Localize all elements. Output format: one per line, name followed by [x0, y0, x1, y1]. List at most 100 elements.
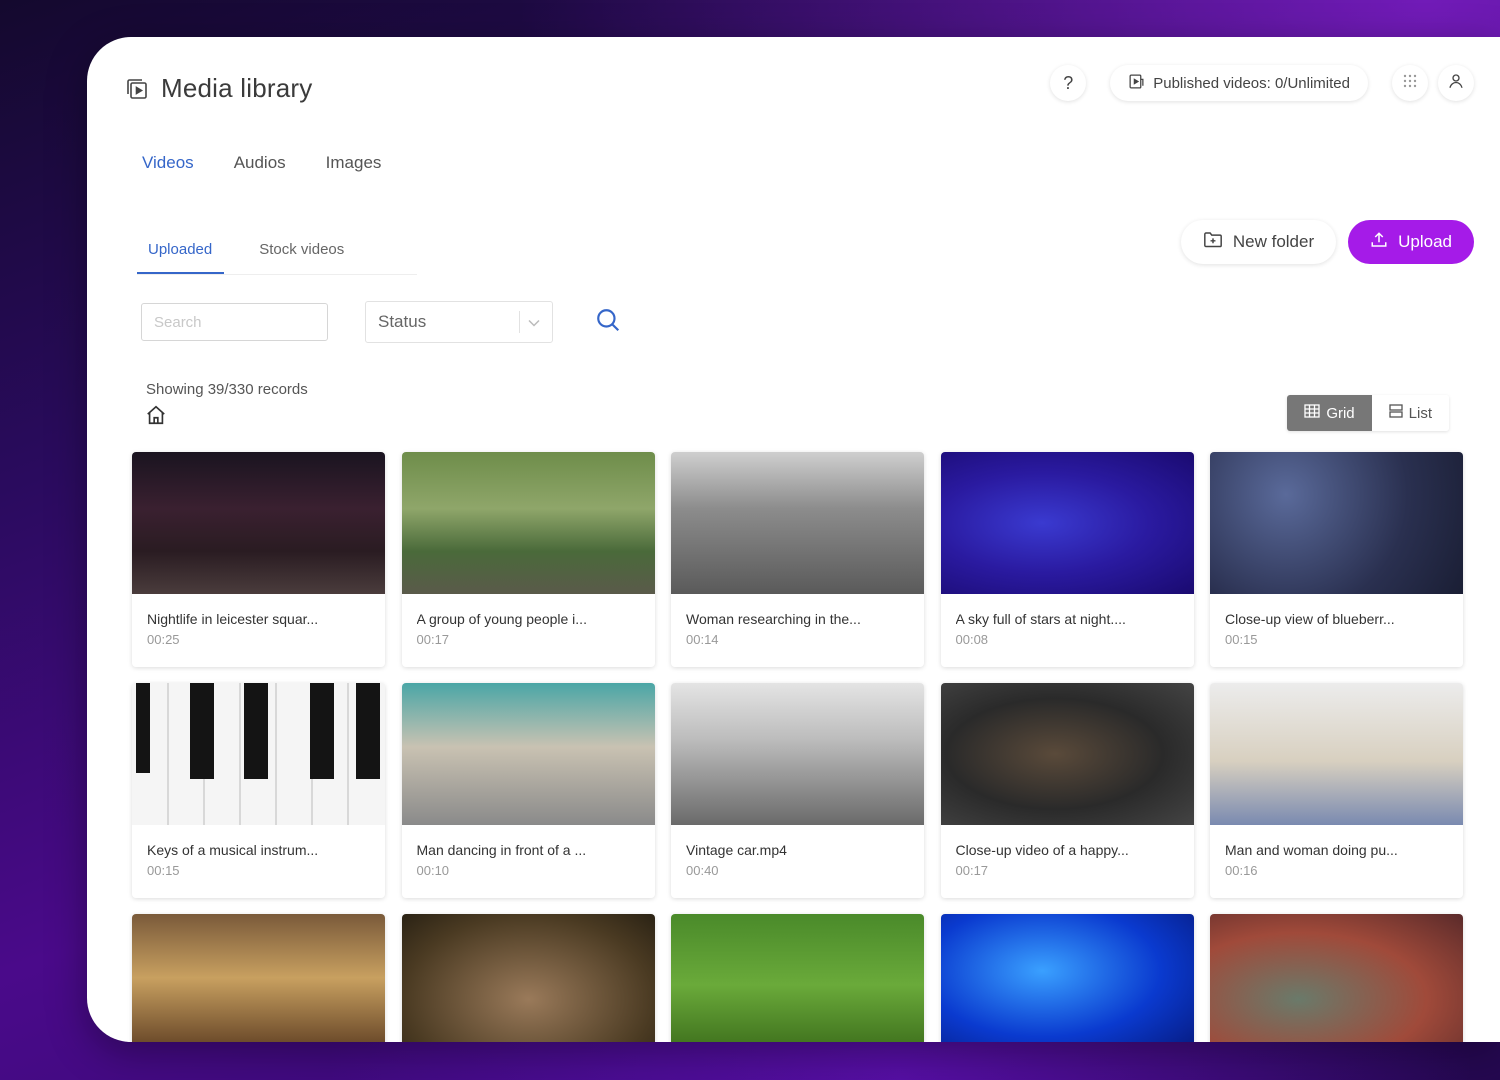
- video-card[interactable]: [671, 914, 924, 1042]
- apps-grid-icon: [1402, 73, 1418, 94]
- search-button[interactable]: [595, 307, 621, 338]
- video-thumbnail: [940, 683, 1194, 825]
- video-thumbnail: [671, 452, 924, 594]
- video-card[interactable]: Vintage car.mp4 00:40: [671, 683, 924, 898]
- video-duration: 00:17: [416, 632, 450, 647]
- video-card[interactable]: Keys of a musical instrum... 00:15: [132, 683, 385, 898]
- sub-tabs: Uploaded Stock videos: [137, 233, 417, 275]
- video-card[interactable]: Nightlife in leicester squar... 00:25: [132, 452, 385, 667]
- status-select-label: Status: [378, 312, 427, 331]
- video-card[interactable]: [401, 914, 655, 1042]
- video-card[interactable]: [940, 914, 1194, 1042]
- video-info: Close-up view of blueberr... 00:15: [1210, 594, 1463, 647]
- video-duration: 00:25: [147, 632, 180, 647]
- video-thumbnail: [132, 452, 385, 594]
- video-duration: 00:40: [686, 863, 719, 878]
- filters-bar: Status: [141, 301, 621, 343]
- video-thumbnail: [1210, 914, 1463, 1042]
- video-thumbnail: [671, 683, 924, 825]
- published-videos-badge[interactable]: Published videos: 0/Unlimited: [1110, 65, 1368, 101]
- list-view-label: List: [1408, 404, 1432, 422]
- tab-uploaded[interactable]: Uploaded: [137, 233, 225, 274]
- video-title: Close-up view of blueberr...: [1225, 611, 1395, 627]
- folder-plus-icon: [1203, 231, 1223, 254]
- library-actions: New folder Upload: [1180, 220, 1474, 264]
- video-thumbnail: [1210, 452, 1463, 594]
- search-input[interactable]: [141, 303, 328, 341]
- video-info: Man and woman doing pu... 00:16: [1210, 825, 1463, 878]
- video-card[interactable]: A group of young people i... 00:17: [401, 452, 655, 667]
- video-thumbnail: [940, 914, 1194, 1042]
- new-folder-label: New folder: [1232, 232, 1315, 251]
- video-info: A group of young people i... 00:17: [402, 594, 655, 647]
- tab-audios[interactable]: Audios: [234, 149, 286, 177]
- video-card[interactable]: Man and woman doing pu... 00:16: [1210, 683, 1463, 898]
- new-folder-button[interactable]: New folder: [1180, 220, 1337, 264]
- video-card[interactable]: Close-up video of a happy... 00:17: [940, 683, 1194, 898]
- search-icon: [595, 307, 621, 338]
- help-button[interactable]: ?: [1050, 65, 1087, 101]
- video-title: Woman researching in the...: [686, 611, 861, 627]
- video-card[interactable]: [1210, 914, 1463, 1042]
- video-title: Nightlife in leicester squar...: [147, 611, 319, 627]
- video-info: Woman researching in the... 00:14: [671, 594, 924, 647]
- tab-images[interactable]: Images: [326, 149, 382, 177]
- tab-stock-videos[interactable]: Stock videos: [248, 233, 356, 274]
- grid-view-label: Grid: [1326, 404, 1355, 422]
- home-icon[interactable]: [145, 404, 167, 431]
- chevron-down-icon: [528, 312, 540, 332]
- video-title: Man dancing in front of a ...: [416, 842, 587, 858]
- page-title: Media library: [161, 73, 313, 103]
- video-duration: 00:15: [1225, 632, 1258, 647]
- video-info: A sky full of stars at night.... 00:08: [941, 594, 1194, 647]
- video-title: A group of young people i...: [416, 611, 587, 627]
- user-icon: [1447, 72, 1465, 95]
- video-duration: 00:15: [147, 863, 180, 878]
- video-duration: 00:14: [686, 632, 719, 647]
- video-grid: Nightlife in leicester squar... 00:25 A …: [132, 452, 1463, 1042]
- video-title: Man and woman doing pu...: [1225, 842, 1398, 858]
- video-thumbnail: [1210, 683, 1463, 825]
- video-card[interactable]: Man dancing in front of a ... 00:10: [401, 683, 655, 898]
- app-header: Media library: [125, 73, 312, 104]
- list-icon: [1389, 404, 1403, 422]
- video-card[interactable]: Woman researching in the... 00:14: [671, 452, 924, 667]
- media-library-icon: [125, 77, 149, 101]
- video-card[interactable]: A sky full of stars at night.... 00:08: [940, 452, 1194, 667]
- upload-button[interactable]: Upload: [1348, 220, 1474, 264]
- tab-videos[interactable]: Videos: [142, 149, 194, 177]
- video-thumbnail: [401, 683, 655, 825]
- video-thumbnail: [132, 683, 385, 825]
- video-duration: 00:10: [416, 863, 450, 878]
- status-select[interactable]: Status: [365, 301, 553, 343]
- video-duration: 00:17: [955, 863, 989, 878]
- list-view-button[interactable]: List: [1371, 395, 1449, 431]
- grid-icon: [1304, 404, 1320, 422]
- video-thumbnail: [401, 914, 655, 1042]
- video-thumbnail: [671, 914, 924, 1042]
- video-title: Vintage car.mp4: [686, 842, 787, 858]
- video-title: Close-up video of a happy...: [955, 842, 1129, 858]
- user-account-button[interactable]: [1438, 65, 1474, 101]
- video-duration: 00:08: [955, 632, 989, 647]
- video-card[interactable]: [132, 914, 385, 1042]
- video-card[interactable]: Close-up view of blueberr... 00:15: [1210, 452, 1463, 667]
- upload-icon: [1370, 231, 1388, 254]
- publish-icon: [1128, 73, 1145, 94]
- video-info: Man dancing in front of a ... 00:10: [402, 825, 655, 878]
- records-count: Showing 39/330 records: [146, 381, 308, 398]
- video-thumbnail: [940, 452, 1194, 594]
- video-title: Keys of a musical instrum...: [147, 842, 319, 858]
- published-videos-label: Published videos: 0/Unlimited: [1153, 74, 1350, 92]
- media-library-panel: Media library ? Published videos: 0/Unli…: [87, 37, 1500, 1042]
- video-duration: 00:16: [1225, 863, 1258, 878]
- piano-keys-graphic: [132, 683, 385, 825]
- grid-view-button[interactable]: Grid: [1287, 395, 1372, 431]
- top-right-toolbar: ? Published videos: 0/Unlimited: [1050, 65, 1474, 101]
- video-info: Nightlife in leicester squar... 00:25: [132, 594, 385, 647]
- select-divider: [519, 311, 520, 333]
- video-thumbnail: [401, 452, 655, 594]
- apps-grid-button[interactable]: [1392, 65, 1428, 101]
- main-tabs: Videos Audios Images: [142, 149, 381, 177]
- video-info: Close-up video of a happy... 00:17: [941, 825, 1194, 878]
